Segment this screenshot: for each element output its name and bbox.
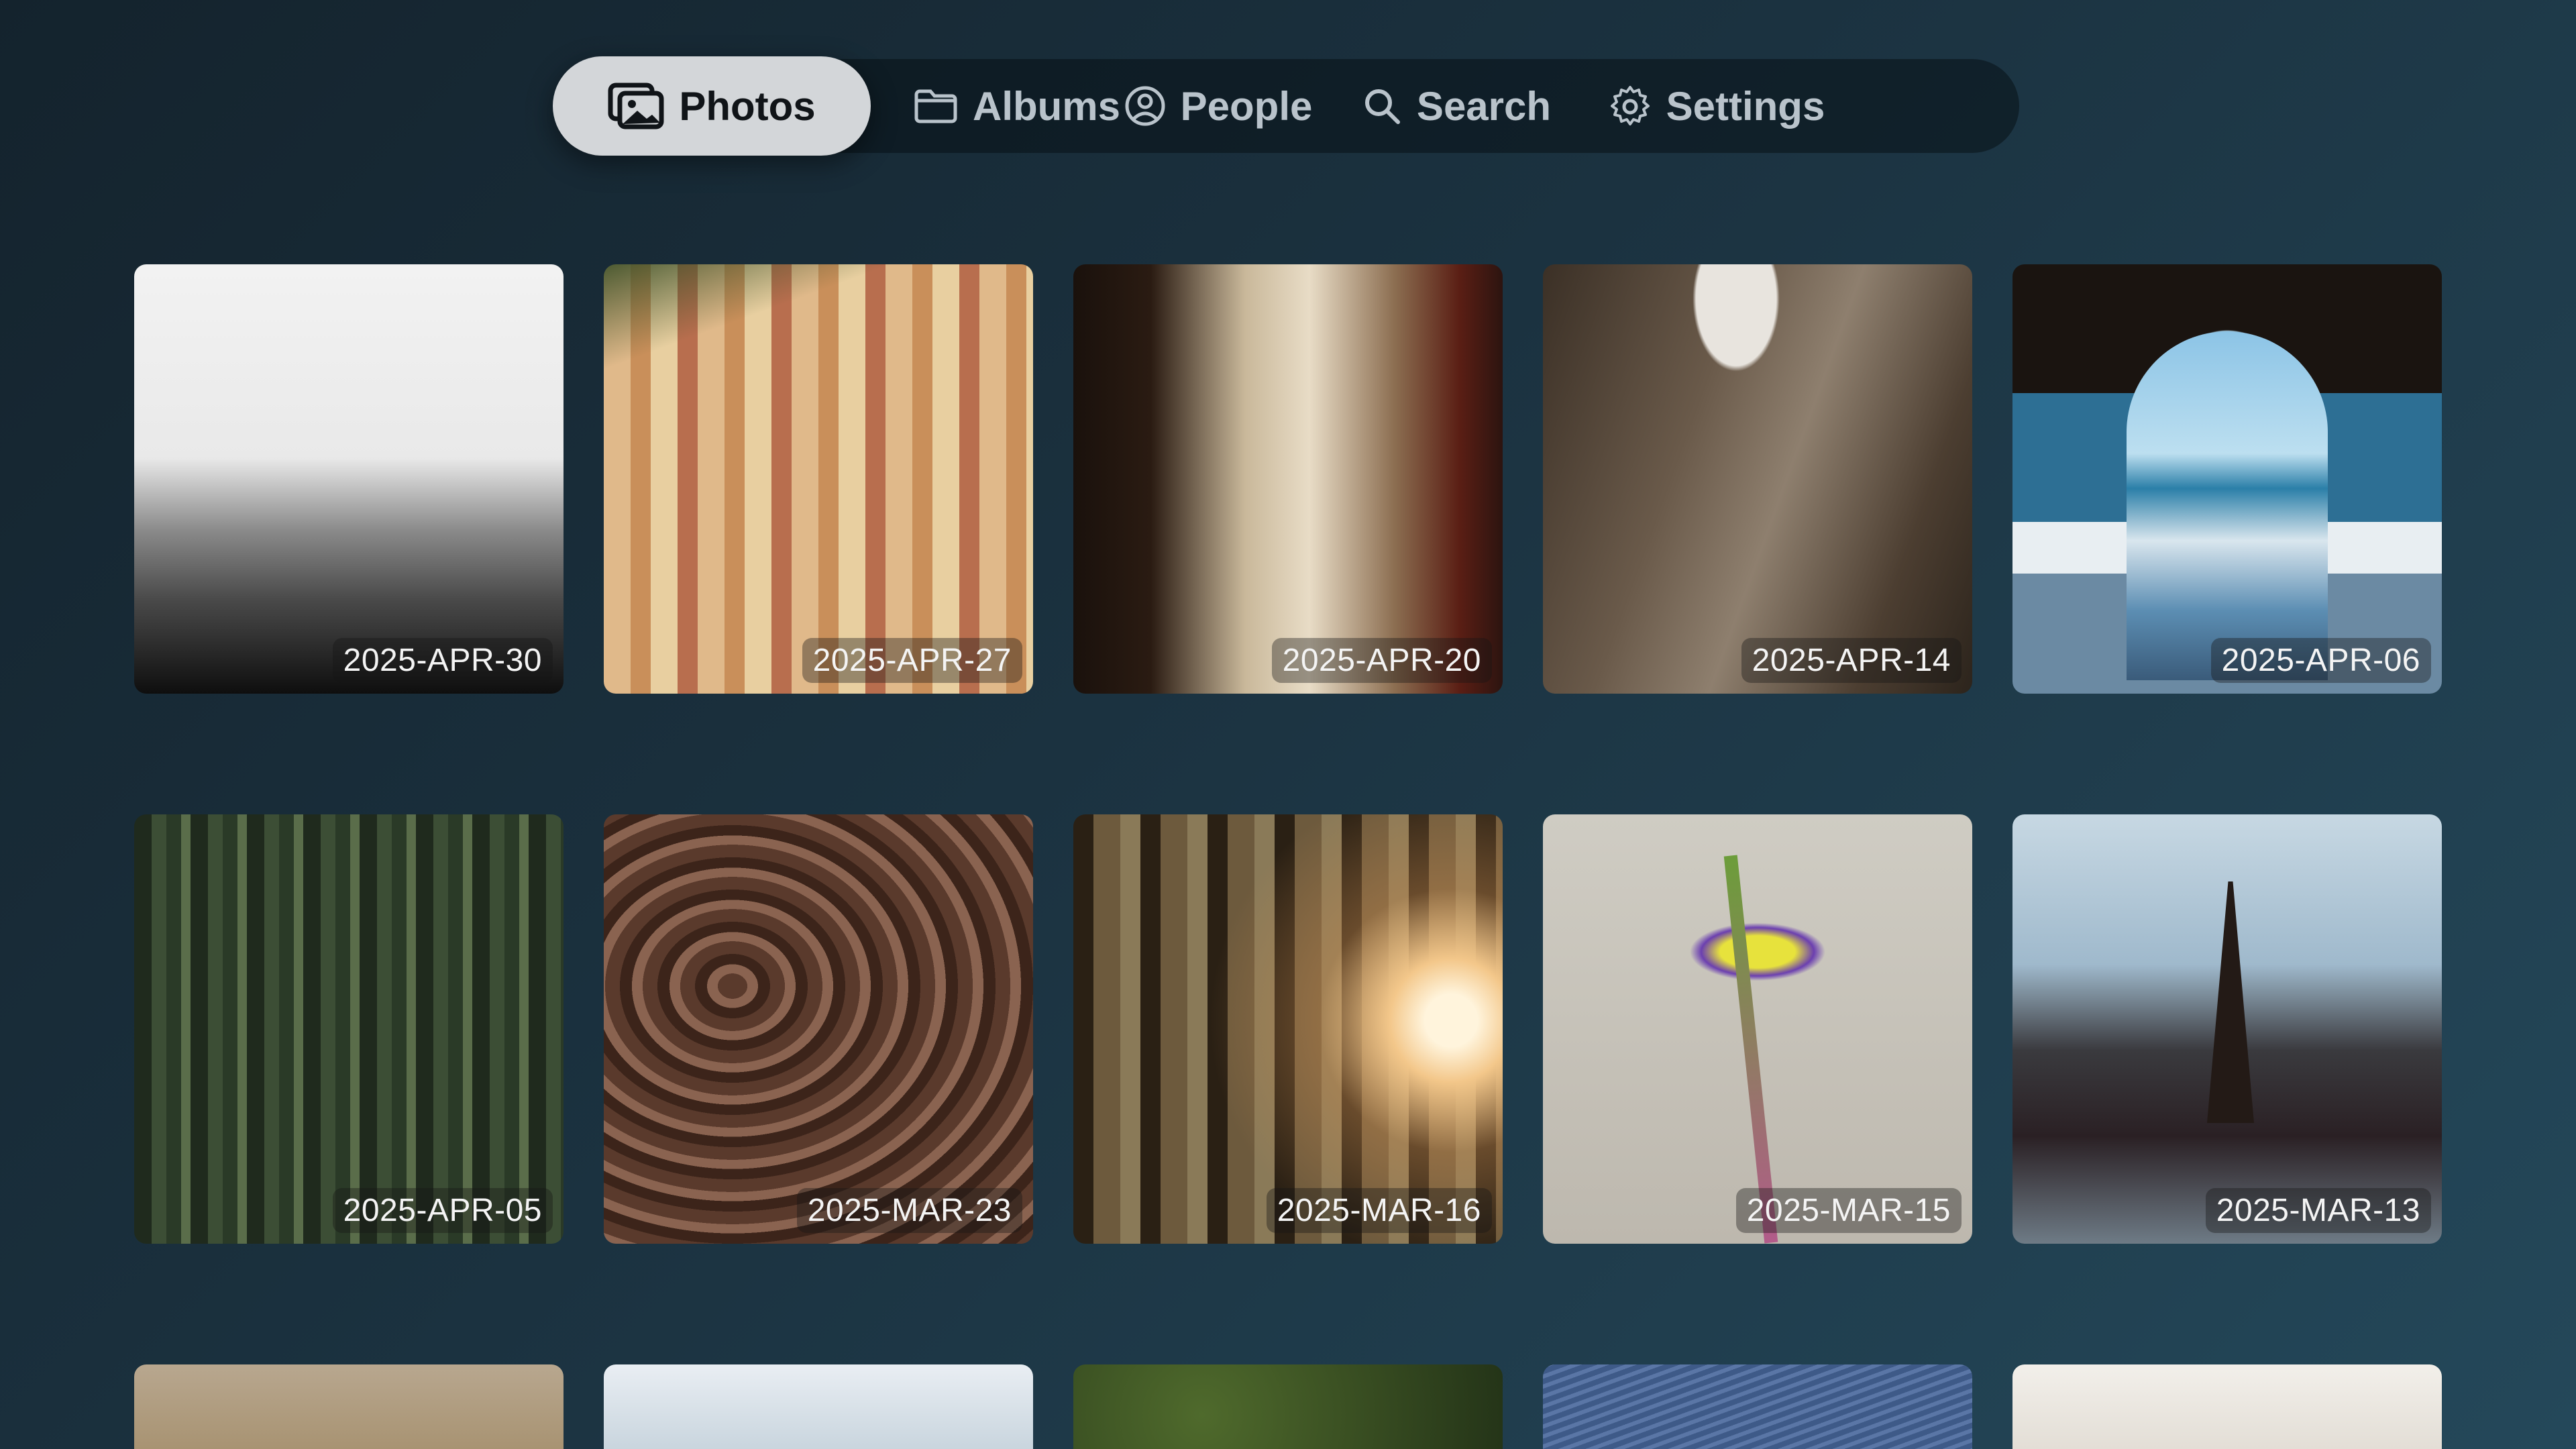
tab-photos-label: Photos	[679, 83, 816, 129]
tab-search[interactable]: Search	[1359, 59, 1554, 153]
photo-tile[interactable]: 2025-APR-05	[134, 814, 564, 1244]
tab-people[interactable]: People	[1118, 59, 1319, 153]
photo-tile[interactable]	[1073, 1364, 1503, 1449]
photo-tile[interactable]: 2025-MAR-15	[1543, 814, 1972, 1244]
photo-date: 2025-MAR-13	[2205, 1188, 2431, 1233]
photo-tile[interactable]	[604, 1364, 1033, 1449]
tab-people-label: People	[1180, 83, 1313, 129]
search-icon	[1362, 86, 1402, 126]
photo-date: 2025-MAR-15	[1735, 1188, 1962, 1233]
photo-tile[interactable]: 2025-MAR-13	[2012, 814, 2442, 1244]
tab-settings-label: Settings	[1666, 83, 1825, 129]
tab-search-label: Search	[1416, 83, 1552, 129]
photo-arch-view	[2127, 331, 2328, 680]
photo-tile[interactable]	[2012, 1364, 2442, 1449]
photo-tile[interactable]: 2025-APR-30	[134, 264, 564, 694]
photo-tile[interactable]: 2025-APR-27	[604, 264, 1033, 694]
photos-icon	[608, 83, 664, 129]
photo-date: 2025-APR-06	[2210, 638, 2431, 683]
photo-tile[interactable]: 2025-APR-20	[1073, 264, 1503, 694]
photo-date: 2025-APR-05	[332, 1188, 553, 1233]
photo-date: 2025-APR-27	[802, 638, 1022, 683]
photo-tile[interactable]	[134, 1364, 564, 1449]
photo-date: 2025-APR-20	[1271, 638, 1492, 683]
tab-settings[interactable]: Settings	[1601, 59, 1833, 153]
photo-pagoda-tower	[2207, 881, 2254, 1123]
tab-albums-label: Albums	[973, 83, 1121, 129]
photo-date: 2025-APR-14	[1741, 638, 1962, 683]
photo-date: 2025-MAR-23	[796, 1188, 1022, 1233]
tab-albums[interactable]: Albums	[898, 59, 1120, 153]
tab-photos[interactable]: Photos	[553, 56, 871, 156]
top-nav: Photos Albums People Search Settings	[553, 56, 2019, 156]
folder-icon	[914, 88, 958, 124]
photo-date: 2025-APR-30	[332, 638, 553, 683]
photo-date: 2025-MAR-16	[1266, 1188, 1492, 1233]
photo-tile[interactable]: 2025-APR-06	[2012, 264, 2442, 694]
photo-flower-stem	[1723, 855, 1778, 1244]
photo-tile[interactable]: 2025-APR-14	[1543, 264, 1972, 694]
gear-icon	[1609, 85, 1652, 127]
photo-tile[interactable]	[1543, 1364, 1972, 1449]
photo-tile[interactable]: 2025-MAR-23	[604, 814, 1033, 1244]
person-circle-icon	[1124, 85, 1166, 127]
photo-tile[interactable]: 2025-MAR-16	[1073, 814, 1503, 1244]
